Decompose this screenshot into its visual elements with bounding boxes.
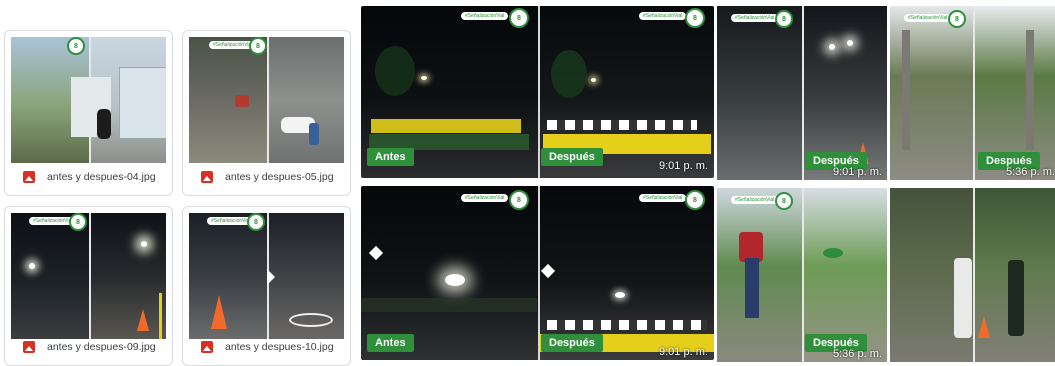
brand-hashtag: #SeñalizaciónVial — [461, 12, 509, 20]
file-thumbnail: 8 — [11, 37, 166, 163]
image-file-icon — [23, 171, 35, 183]
photo-before-after-day-3[interactable] — [890, 188, 1055, 362]
photo-before-after-day-1[interactable]: #SeñalizaciónVial 8 Después 5:36 p. m. — [717, 188, 887, 362]
badge-logo-icon: 8 — [67, 37, 85, 55]
brand-hashtag: #SeñalizaciónVial — [731, 196, 779, 204]
next-arrow-icon — [267, 269, 275, 285]
badge-logo-icon: 8 — [948, 10, 966, 28]
badge-logo-icon: 8 — [509, 8, 529, 28]
photo-timestamp: 9:01 p. m. — [659, 160, 708, 172]
photo-before-after-day-2[interactable]: #SeñalizaciónVial 8 Después 5:36 p. m. — [890, 6, 1055, 180]
photo-before-after-night-2[interactable]: Antes Después 9:01 p. m. #SeñalizaciónVi… — [361, 186, 714, 360]
badge-logo-icon: 8 — [247, 213, 265, 231]
photo-timestamp: 5:36 p. m. — [833, 348, 882, 360]
photo-before-after-evening-1[interactable]: #SeñalizaciónVial 8 Después 9:01 p. m. — [717, 6, 887, 180]
badge-logo-icon: 8 — [69, 213, 87, 231]
file-name: antes y despues-04.jpg — [47, 171, 156, 183]
badge-logo-icon: 8 — [685, 190, 705, 210]
badge-logo-icon: 8 — [509, 190, 529, 210]
file-card[interactable]: #SeñalizaciónVial 8 antes y despues-09.j… — [4, 206, 173, 366]
file-card[interactable]: 8 antes y despues-04.jpg — [4, 30, 173, 196]
file-name: antes y despues-10.jpg — [225, 341, 334, 353]
brand-hashtag: #SeñalizaciónVial — [904, 14, 952, 22]
badge-logo-icon: 8 — [775, 192, 793, 210]
after-label: Después — [541, 148, 603, 166]
brand-hashtag: #SeñalizaciónVial — [731, 14, 779, 22]
photo-timestamp: 9:01 p. m. — [833, 166, 882, 178]
badge-logo-icon: 8 — [775, 10, 793, 28]
after-label: Después — [541, 334, 603, 352]
file-card[interactable]: #SeñalizaciónVial 8 antes y despues-05.j… — [182, 30, 351, 196]
before-label: Antes — [367, 148, 414, 166]
file-card[interactable]: #SeñalizaciónVial 8 antes y despues-10.j… — [182, 206, 351, 366]
brand-hashtag: #SeñalizaciónVial — [461, 194, 509, 202]
image-file-icon — [23, 341, 35, 353]
photo-before-after-night-1[interactable]: Antes Después 9:01 p. m. #SeñalizaciónVi… — [361, 6, 714, 178]
image-file-icon — [201, 341, 213, 353]
file-thumbnail: #SeñalizaciónVial 8 — [11, 213, 166, 339]
photo-timestamp: 9:01 p. m. — [659, 346, 708, 358]
file-name: antes y despues-05.jpg — [225, 171, 334, 183]
badge-logo-icon: 8 — [249, 37, 267, 55]
file-thumbnail: #SeñalizaciónVial 8 — [189, 213, 344, 339]
file-name: antes y despues-09.jpg — [47, 341, 156, 353]
before-label: Antes — [367, 334, 414, 352]
badge-logo-icon: 8 — [685, 8, 705, 28]
brand-hashtag: #SeñalizaciónVial — [639, 194, 687, 202]
brand-hashtag: #SeñalizaciónVial — [639, 12, 687, 20]
photo-timestamp: 5:36 p. m. — [1006, 166, 1055, 178]
file-thumbnail: #SeñalizaciónVial 8 — [189, 37, 344, 163]
image-file-icon — [201, 171, 213, 183]
